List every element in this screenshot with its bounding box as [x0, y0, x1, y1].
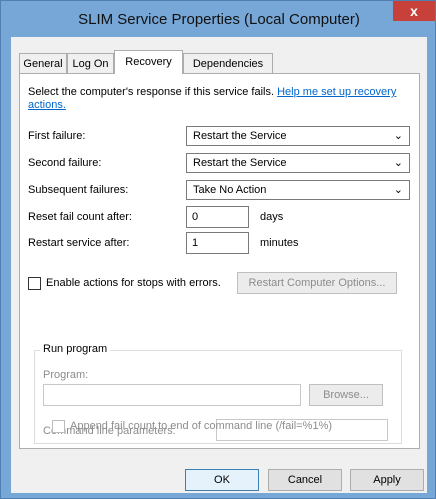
help-link-continued[interactable]: actions.	[28, 99, 66, 111]
run-program-legend: Run program	[40, 343, 111, 355]
restart-service-input[interactable]: 1	[186, 232, 249, 254]
enable-actions-checkbox[interactable]	[28, 277, 41, 290]
enable-actions-label: Enable actions for stops with errors.	[46, 277, 221, 289]
browse-button[interactable]: Browse...	[309, 384, 383, 406]
append-fail-count-checkbox[interactable]	[52, 420, 65, 433]
cancel-button[interactable]: Cancel	[268, 469, 342, 491]
intro-text: Select the computer's response if this s…	[28, 86, 275, 98]
append-fail-count-label: Append fail count to end of command line…	[70, 420, 333, 432]
second-failure-label: Second failure:	[28, 157, 102, 169]
subsequent-failures-value: Take No Action	[193, 184, 267, 196]
tab-general[interactable]: General	[19, 53, 67, 73]
first-failure-select[interactable]: Restart the Service ⌄	[186, 126, 410, 146]
second-failure-value: Restart the Service	[193, 157, 287, 169]
chevron-down-icon: ⌄	[393, 184, 403, 196]
tab-log-on[interactable]: Log On	[67, 53, 114, 73]
help-link[interactable]: Help me set up recovery	[277, 86, 396, 98]
chevron-down-icon: ⌄	[393, 130, 403, 142]
reset-fail-count-label: Reset fail count after:	[28, 211, 132, 223]
restart-service-label: Restart service after:	[28, 237, 130, 249]
reset-unit-label: days	[260, 211, 284, 223]
window-title: SLIM Service Properties (Local Computer)	[78, 11, 360, 28]
dialog-window: SLIM Service Properties (Local Computer)…	[0, 0, 436, 499]
ok-button[interactable]: OK	[185, 469, 259, 491]
recovery-panel: Select the computer's response if this s…	[19, 73, 420, 449]
restart-computer-options-button[interactable]: Restart Computer Options...	[237, 272, 397, 294]
reset-fail-count-input[interactable]: 0	[186, 206, 249, 228]
subsequent-failures-label: Subsequent failures:	[28, 184, 129, 196]
subsequent-failures-select[interactable]: Take No Action ⌄	[186, 180, 410, 200]
apply-button[interactable]: Apply	[350, 469, 424, 491]
title-bar[interactable]: SLIM Service Properties (Local Computer)…	[9, 1, 435, 37]
chevron-down-icon: ⌄	[393, 157, 403, 169]
tab-recovery[interactable]: Recovery	[114, 50, 183, 74]
program-label: Program:	[43, 369, 89, 381]
second-failure-select[interactable]: Restart the Service ⌄	[186, 153, 410, 173]
first-failure-value: Restart the Service	[193, 130, 287, 142]
first-failure-label: First failure:	[28, 130, 86, 142]
intro-text-line: Select the computer's response if this s…	[28, 86, 408, 99]
tab-dependencies[interactable]: Dependencies	[183, 53, 273, 73]
close-button[interactable]: x	[393, 1, 435, 21]
program-input[interactable]	[43, 384, 301, 406]
dialog-body: General Log On Recovery Dependencies Sel…	[11, 37, 427, 493]
restart-unit-label: minutes	[260, 237, 299, 249]
